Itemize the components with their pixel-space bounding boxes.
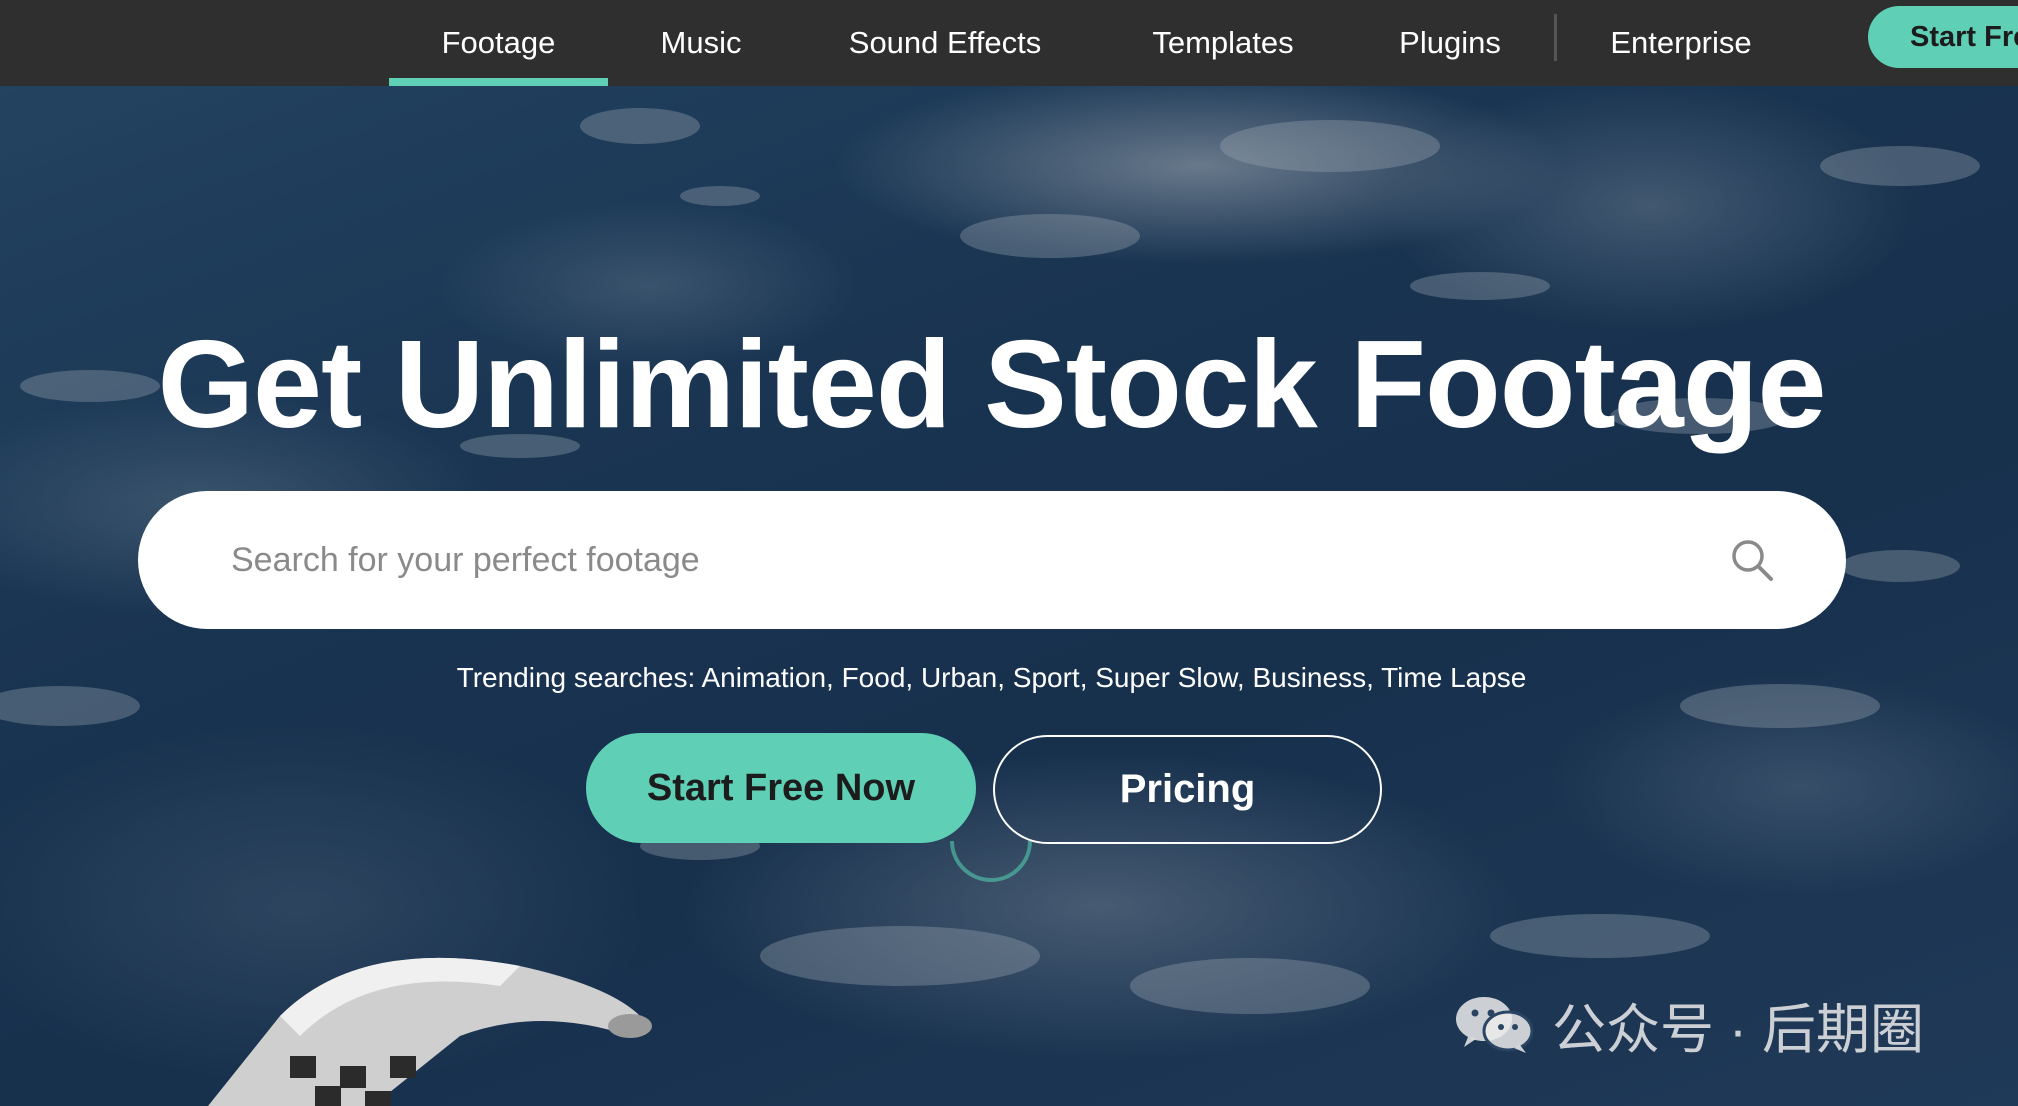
nav-divider <box>1554 14 1557 61</box>
start-free-now-label: Start Free Now <box>646 766 916 809</box>
wechat-icon <box>1456 997 1534 1053</box>
hero-title: Get Unlimited Stock Footage <box>157 316 1827 454</box>
nav-start-free-label: Start Fre <box>1910 20 2018 53</box>
search-input[interactable] <box>229 491 1729 629</box>
start-free-now-button[interactable]: Start Free Now <box>586 733 976 843</box>
watermark: 公众号 · 后期圈 <box>1454 992 1924 1060</box>
top-navigation: Footage Music Sound Effects Templates Pl… <box>0 0 2018 86</box>
tab-plugins[interactable]: Plugins <box>1386 0 1514 86</box>
tab-enterprise[interactable]: Enterprise <box>1596 0 1766 86</box>
pricing-label: Pricing <box>1119 767 1256 811</box>
pricing-button[interactable]: Pricing <box>993 735 1382 844</box>
search-icon[interactable] <box>1730 538 1774 582</box>
watermark-text: 公众号 · 后期圈 <box>1552 999 1924 1060</box>
nav-start-free-button[interactable]: Start Fre <box>1868 6 2018 68</box>
tab-music[interactable]: Music <box>640 0 762 86</box>
tab-sound-effects[interactable]: Sound Effects <box>834 0 1056 86</box>
trending-searches: Trending searches: Animation, Food, Urba… <box>456 662 1527 693</box>
tab-footage[interactable]: Footage <box>389 0 608 86</box>
tab-templates[interactable]: Templates <box>1132 0 1314 86</box>
search-bar[interactable] <box>138 491 1846 629</box>
